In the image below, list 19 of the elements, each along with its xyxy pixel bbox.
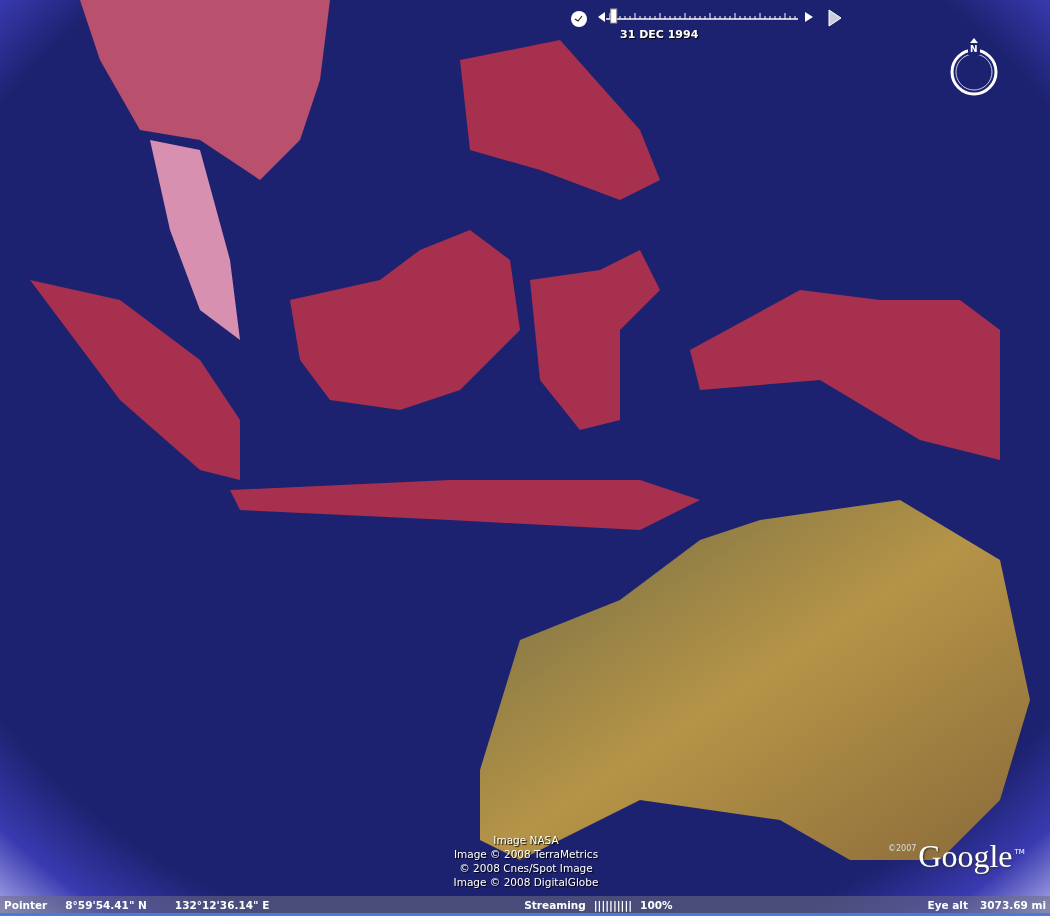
pointer-label: Pointer (4, 898, 48, 911)
eye-alt-label: Eye alt (927, 898, 968, 911)
compass-north-label: N (968, 44, 980, 55)
longitude-value: 132°12'36.14" E (174, 898, 270, 911)
attribution-text: Image NASA (493, 833, 559, 847)
logo-wordmark: Google (918, 838, 1013, 874)
streaming-bars: |||||||||| (593, 898, 633, 911)
streaming-label: Streaming (524, 898, 586, 911)
time-slider[interactable] (598, 7, 813, 27)
slider-date: 31 DEC 1994 (620, 28, 699, 41)
attribution-text: Image © 2008 DigitalGlobe (453, 875, 599, 889)
slider-thumb[interactable] (610, 8, 618, 24)
attribution-text: Image © 2008 TerraMetrics (453, 847, 599, 861)
logo-copyright: ©2007 (888, 844, 917, 853)
play-icon[interactable] (828, 9, 842, 27)
attribution-text: © 2008 Cnes/Spot Image (459, 861, 593, 875)
eye-alt-value: 3073.69 mi (979, 898, 1046, 911)
latitude-value: 8°59'54.41" N (65, 898, 147, 911)
streaming-percent: 100% (640, 898, 673, 911)
